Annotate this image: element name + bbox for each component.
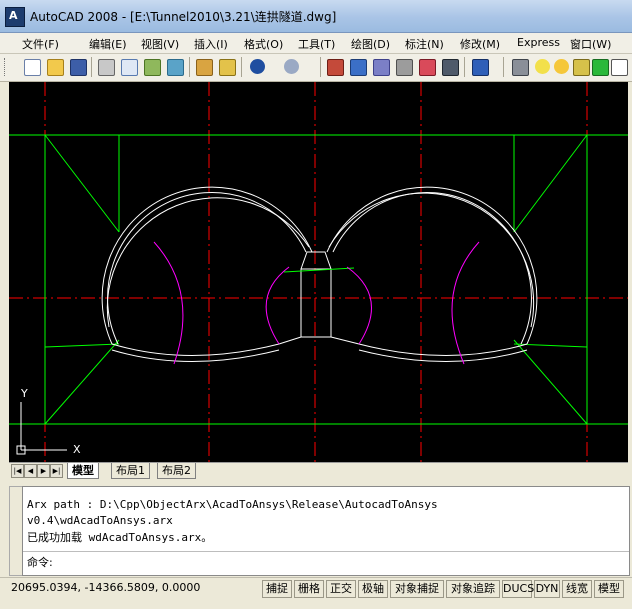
preview-icon[interactable] xyxy=(119,57,138,76)
command-history-line: 已成功加载 wdAcadToAnsys.arx。 xyxy=(27,531,213,544)
ucs-x-label: X xyxy=(73,443,81,456)
menu-edit[interactable]: 编辑(E) xyxy=(89,36,127,52)
menu-tools[interactable]: 工具(T) xyxy=(298,36,335,52)
command-prompt[interactable]: 命令: xyxy=(27,554,53,570)
menu-dimension[interactable]: 标注(N) xyxy=(405,36,444,52)
model-toggle[interactable]: 模型 xyxy=(594,580,624,598)
right-invert xyxy=(358,343,528,356)
sheetset-icon[interactable] xyxy=(394,57,413,76)
standard-toolbar xyxy=(0,54,632,82)
command-window-grip[interactable] xyxy=(9,486,23,576)
left-pillar-arc xyxy=(265,266,290,345)
first-tab-button[interactable]: |◀ xyxy=(11,464,24,478)
middle-pillar xyxy=(300,268,332,338)
sun-icon[interactable] xyxy=(552,57,571,76)
layout-tab-bar: |◀ ◀ ▶ ▶| 模型 布局1 布局2 xyxy=(9,462,628,479)
left-invert xyxy=(111,343,280,356)
grid-toggle[interactable]: 栅格 xyxy=(294,580,324,598)
menu-window[interactable]: 窗口(W) xyxy=(570,36,611,52)
new-icon[interactable] xyxy=(22,57,41,76)
prev-tab-button[interactable]: ◀ xyxy=(24,464,37,478)
menu-file[interactable]: 文件(F) xyxy=(22,36,59,52)
ducs-toggle[interactable]: DUCS xyxy=(502,580,534,598)
layer-state-icon[interactable] xyxy=(609,57,628,76)
menu-modify[interactable]: 修改(M) xyxy=(460,36,500,52)
calculator-icon[interactable] xyxy=(440,57,459,76)
autocad-app-icon[interactable]: A xyxy=(5,7,25,27)
color-icon[interactable] xyxy=(590,57,609,76)
tab-model[interactable]: 模型 xyxy=(67,463,99,479)
support-line xyxy=(513,339,588,425)
right-pillar-arc xyxy=(346,266,372,345)
menu-format[interactable]: 格式(O) xyxy=(244,36,283,52)
command-divider xyxy=(23,551,629,552)
command-history-line: v0.4\wdAcadToAnsys.arx xyxy=(27,514,173,527)
support-line xyxy=(513,134,588,233)
properties-icon[interactable] xyxy=(348,57,367,76)
ortho-toggle[interactable]: 正交 xyxy=(326,580,356,598)
open-icon[interactable] xyxy=(45,57,64,76)
coordinate-readout[interactable]: 20695.0394, -14366.5809, 0.0000 xyxy=(11,581,200,594)
menu-draw[interactable]: 绘图(D) xyxy=(351,36,390,52)
menu-insert[interactable]: 插入(I) xyxy=(194,36,228,52)
tab-layout2[interactable]: 布局2 xyxy=(157,463,196,479)
menu-bar: 文件(F) 编辑(E) 视图(V) 插入(I) 格式(O) 工具(T) 绘图(D… xyxy=(0,33,632,54)
redo-icon[interactable] xyxy=(282,57,301,76)
toolpalette-icon[interactable] xyxy=(371,57,390,76)
pencil-icon[interactable] xyxy=(194,57,213,76)
tab-layout1[interactable]: 布局1 xyxy=(111,463,150,479)
right-arch-lining xyxy=(332,191,532,345)
toolbar-separator xyxy=(189,57,190,77)
drawing-geometry xyxy=(9,82,628,462)
toolbar-separator xyxy=(320,57,321,77)
toolbar-separator xyxy=(464,57,465,77)
app-icon-letter: A xyxy=(9,9,18,22)
right-outer-arc xyxy=(451,241,480,365)
undo-icon[interactable] xyxy=(248,57,267,76)
left-outer-arc xyxy=(153,241,184,365)
osnap-toggle[interactable]: 对象捕捉 xyxy=(390,580,444,598)
polar-toggle[interactable]: 极轴 xyxy=(358,580,388,598)
help-icon[interactable] xyxy=(470,57,489,76)
title-bar: A AutoCAD 2008 - [E:\Tunnel2010\3.21\连拱隧… xyxy=(0,0,632,33)
match-icon[interactable] xyxy=(217,57,236,76)
command-window: Arx path : D:\Cpp\ObjectArx\AcadToAnsys\… xyxy=(22,486,630,576)
pillar-top xyxy=(300,251,332,270)
model-space-viewport[interactable]: Y X xyxy=(9,82,628,462)
tunnel-drawing: Y X xyxy=(9,82,628,462)
last-tab-button[interactable]: ▶| xyxy=(50,464,63,478)
status-bar: 20695.0394, -14366.5809, 0.0000 捕捉 栅格 正交… xyxy=(0,577,632,600)
toolbar-grip[interactable] xyxy=(4,58,8,76)
right-arch-lining xyxy=(326,186,538,345)
autocad-window: A AutoCAD 2008 - [E:\Tunnel2010\3.21\连拱隧… xyxy=(0,0,632,609)
left-arch-lining xyxy=(101,186,313,345)
support-line xyxy=(44,134,120,233)
save-icon[interactable] xyxy=(68,57,87,76)
otrack-toggle[interactable]: 对象追踪 xyxy=(446,580,500,598)
command-history-line: Arx path : D:\Cpp\ObjectArx\AcadToAnsys\… xyxy=(27,498,438,511)
toolbar-separator xyxy=(91,57,92,77)
support-line xyxy=(44,339,120,425)
window-title: AutoCAD 2008 - [E:\Tunnel2010\3.21\连拱隧道.… xyxy=(30,10,337,24)
lock-icon[interactable] xyxy=(571,57,590,76)
toolbar-separator xyxy=(503,57,504,77)
support-line xyxy=(44,343,120,348)
designcenter-icon[interactable] xyxy=(325,57,344,76)
right-arch-outer xyxy=(328,192,535,328)
menu-express[interactable]: Express xyxy=(517,36,560,49)
markup-icon[interactable] xyxy=(417,57,436,76)
snap-toggle[interactable]: 捕捉 xyxy=(262,580,292,598)
next-tab-button[interactable]: ▶ xyxy=(37,464,50,478)
menu-view[interactable]: 视图(V) xyxy=(141,36,179,52)
ucs-y-label: Y xyxy=(20,387,28,400)
dyn-toggle[interactable]: DYN xyxy=(534,580,560,598)
publish-icon[interactable] xyxy=(142,57,161,76)
plot-icon[interactable] xyxy=(165,57,184,76)
print-icon[interactable] xyxy=(96,57,115,76)
layers-icon[interactable] xyxy=(510,57,529,76)
bulb-icon[interactable] xyxy=(533,57,552,76)
pillar-base xyxy=(278,336,360,345)
toolbar-separator xyxy=(241,57,242,77)
lineweight-toggle[interactable]: 线宽 xyxy=(562,580,592,598)
